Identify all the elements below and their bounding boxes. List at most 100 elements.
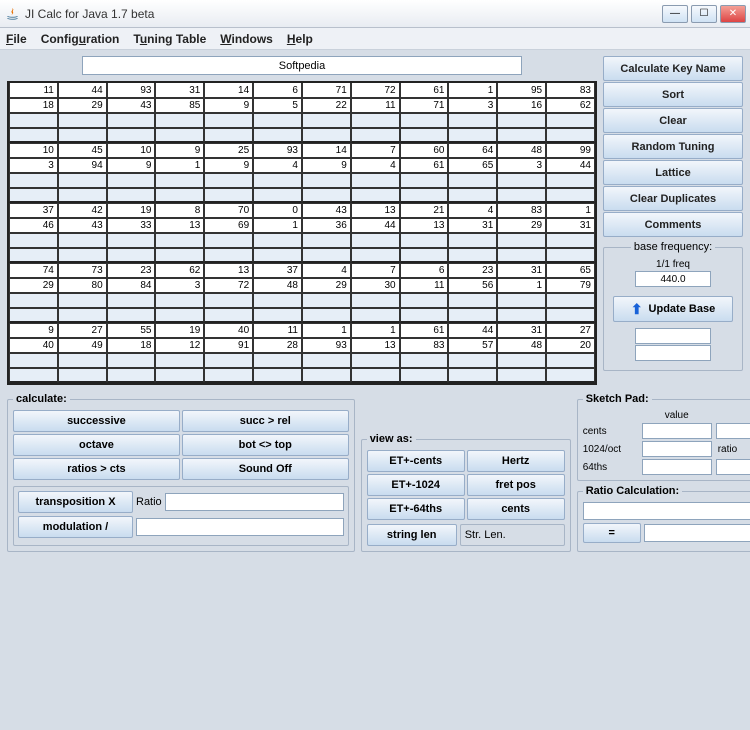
grid-cell-empty[interactable] bbox=[351, 353, 400, 368]
grid-cell[interactable]: 11 bbox=[351, 98, 400, 113]
grid-cell-empty[interactable] bbox=[253, 173, 302, 188]
grid-cell-empty[interactable] bbox=[497, 128, 546, 143]
grid-cell[interactable]: 9 bbox=[155, 143, 204, 158]
grid-cell[interactable]: 94 bbox=[58, 158, 107, 173]
grid-cell-empty[interactable] bbox=[546, 248, 595, 263]
grid-cell-empty[interactable] bbox=[351, 188, 400, 203]
menu-windows[interactable]: Windows bbox=[220, 32, 273, 46]
grid-cell-empty[interactable] bbox=[155, 188, 204, 203]
grid-cell[interactable]: 80 bbox=[58, 278, 107, 293]
grid-cell-empty[interactable] bbox=[448, 188, 497, 203]
grid-cell-empty[interactable] bbox=[9, 188, 58, 203]
ratio-value-input[interactable] bbox=[716, 459, 750, 475]
grid-cell-empty[interactable] bbox=[253, 368, 302, 383]
grid-cell-empty[interactable] bbox=[107, 308, 156, 323]
sort-button[interactable]: Sort bbox=[603, 82, 743, 107]
grid-cell-empty[interactable] bbox=[400, 248, 449, 263]
grid-cell[interactable]: 13 bbox=[155, 218, 204, 233]
rc-result-input[interactable] bbox=[644, 524, 750, 542]
grid-cell-empty[interactable] bbox=[497, 308, 546, 323]
grid-cell-empty[interactable] bbox=[9, 293, 58, 308]
grid-cell[interactable]: 93 bbox=[107, 83, 156, 98]
grid-cell[interactable]: 18 bbox=[107, 338, 156, 353]
grid-cell[interactable]: 9 bbox=[204, 158, 253, 173]
grid-cell-empty[interactable] bbox=[58, 248, 107, 263]
grid-cell-empty[interactable] bbox=[448, 128, 497, 143]
grid-cell[interactable]: 61 bbox=[400, 158, 449, 173]
grid-cell-empty[interactable] bbox=[400, 293, 449, 308]
grid-cell[interactable]: 23 bbox=[448, 263, 497, 278]
grid-cell[interactable]: 9 bbox=[302, 158, 351, 173]
grid-cell[interactable]: 44 bbox=[546, 158, 595, 173]
grid-cell-empty[interactable] bbox=[58, 368, 107, 383]
grid-cell[interactable]: 22 bbox=[302, 98, 351, 113]
grid-cell[interactable]: 29 bbox=[9, 278, 58, 293]
grid-cell-empty[interactable] bbox=[448, 173, 497, 188]
64ths-value-input[interactable] bbox=[642, 459, 712, 475]
menu-file[interactable]: File bbox=[6, 32, 27, 46]
grid-cell-empty[interactable] bbox=[155, 368, 204, 383]
grid-cell-empty[interactable] bbox=[448, 233, 497, 248]
grid-cell-empty[interactable] bbox=[204, 128, 253, 143]
grid-cell[interactable]: 61 bbox=[400, 83, 449, 98]
grid-cell-empty[interactable] bbox=[302, 188, 351, 203]
grid-cell-empty[interactable] bbox=[9, 353, 58, 368]
grid-cell-empty[interactable] bbox=[448, 353, 497, 368]
lattice-button[interactable]: Lattice bbox=[603, 160, 743, 185]
grid-cell-empty[interactable] bbox=[204, 368, 253, 383]
grid-cell[interactable]: 46 bbox=[9, 218, 58, 233]
grid-cell[interactable]: 91 bbox=[204, 338, 253, 353]
grid-cell[interactable]: 72 bbox=[351, 83, 400, 98]
grid-cell-empty[interactable] bbox=[302, 248, 351, 263]
grid-cell[interactable]: 70 bbox=[204, 203, 253, 218]
rc-equals-button[interactable]: = bbox=[583, 523, 641, 543]
grid-cell-empty[interactable] bbox=[351, 308, 400, 323]
grid-cell-empty[interactable] bbox=[497, 368, 546, 383]
grid-cell[interactable]: 57 bbox=[448, 338, 497, 353]
grid-cell-empty[interactable] bbox=[497, 293, 546, 308]
grid-cell-empty[interactable] bbox=[107, 173, 156, 188]
grid-cell[interactable]: 44 bbox=[448, 323, 497, 338]
grid-cell-empty[interactable] bbox=[9, 233, 58, 248]
grid-cell[interactable]: 3 bbox=[9, 158, 58, 173]
grid-cell[interactable]: 3 bbox=[497, 158, 546, 173]
grid-cell[interactable]: 14 bbox=[204, 83, 253, 98]
grid-cell-empty[interactable] bbox=[155, 113, 204, 128]
grid-cell-empty[interactable] bbox=[58, 233, 107, 248]
grid-cell-empty[interactable] bbox=[107, 353, 156, 368]
grid-cell[interactable]: 30 bbox=[351, 278, 400, 293]
clear-duplicates-button[interactable]: Clear Duplicates bbox=[603, 186, 743, 211]
grid-cell[interactable]: 21 bbox=[400, 203, 449, 218]
grid-cell-empty[interactable] bbox=[302, 113, 351, 128]
grid-cell-empty[interactable] bbox=[155, 173, 204, 188]
et-cents-button[interactable]: ET+-cents bbox=[367, 450, 465, 472]
grid-cell[interactable]: 4 bbox=[351, 158, 400, 173]
grid-cell-empty[interactable] bbox=[107, 188, 156, 203]
grid-cell-empty[interactable] bbox=[253, 113, 302, 128]
grid-cell-empty[interactable] bbox=[58, 173, 107, 188]
grid-cell-empty[interactable] bbox=[302, 173, 351, 188]
grid-cell-empty[interactable] bbox=[155, 308, 204, 323]
grid-cell[interactable]: 1 bbox=[448, 83, 497, 98]
grid-cell[interactable]: 6 bbox=[253, 83, 302, 98]
grid-cell[interactable]: 9 bbox=[9, 323, 58, 338]
base-extra-input-1[interactable] bbox=[635, 328, 711, 344]
grid-cell-empty[interactable] bbox=[58, 353, 107, 368]
grid-cell[interactable]: 71 bbox=[400, 98, 449, 113]
grid-cell-empty[interactable] bbox=[400, 113, 449, 128]
grid-cell-empty[interactable] bbox=[400, 353, 449, 368]
grid-cell-empty[interactable] bbox=[351, 233, 400, 248]
grid-cell-empty[interactable] bbox=[302, 368, 351, 383]
grid-cell[interactable]: 71 bbox=[302, 83, 351, 98]
grid-cell-empty[interactable] bbox=[58, 113, 107, 128]
grid-cell-empty[interactable] bbox=[253, 353, 302, 368]
ratios-cts-button[interactable]: ratios > cts bbox=[13, 458, 180, 480]
grid-cell-empty[interactable] bbox=[253, 188, 302, 203]
grid-cell-empty[interactable] bbox=[400, 188, 449, 203]
grid-cell-empty[interactable] bbox=[302, 353, 351, 368]
grid-cell[interactable]: 42 bbox=[58, 203, 107, 218]
grid-cell-empty[interactable] bbox=[546, 173, 595, 188]
grid-cell[interactable]: 13 bbox=[351, 203, 400, 218]
grid-cell-empty[interactable] bbox=[204, 308, 253, 323]
grid-cell-empty[interactable] bbox=[448, 113, 497, 128]
